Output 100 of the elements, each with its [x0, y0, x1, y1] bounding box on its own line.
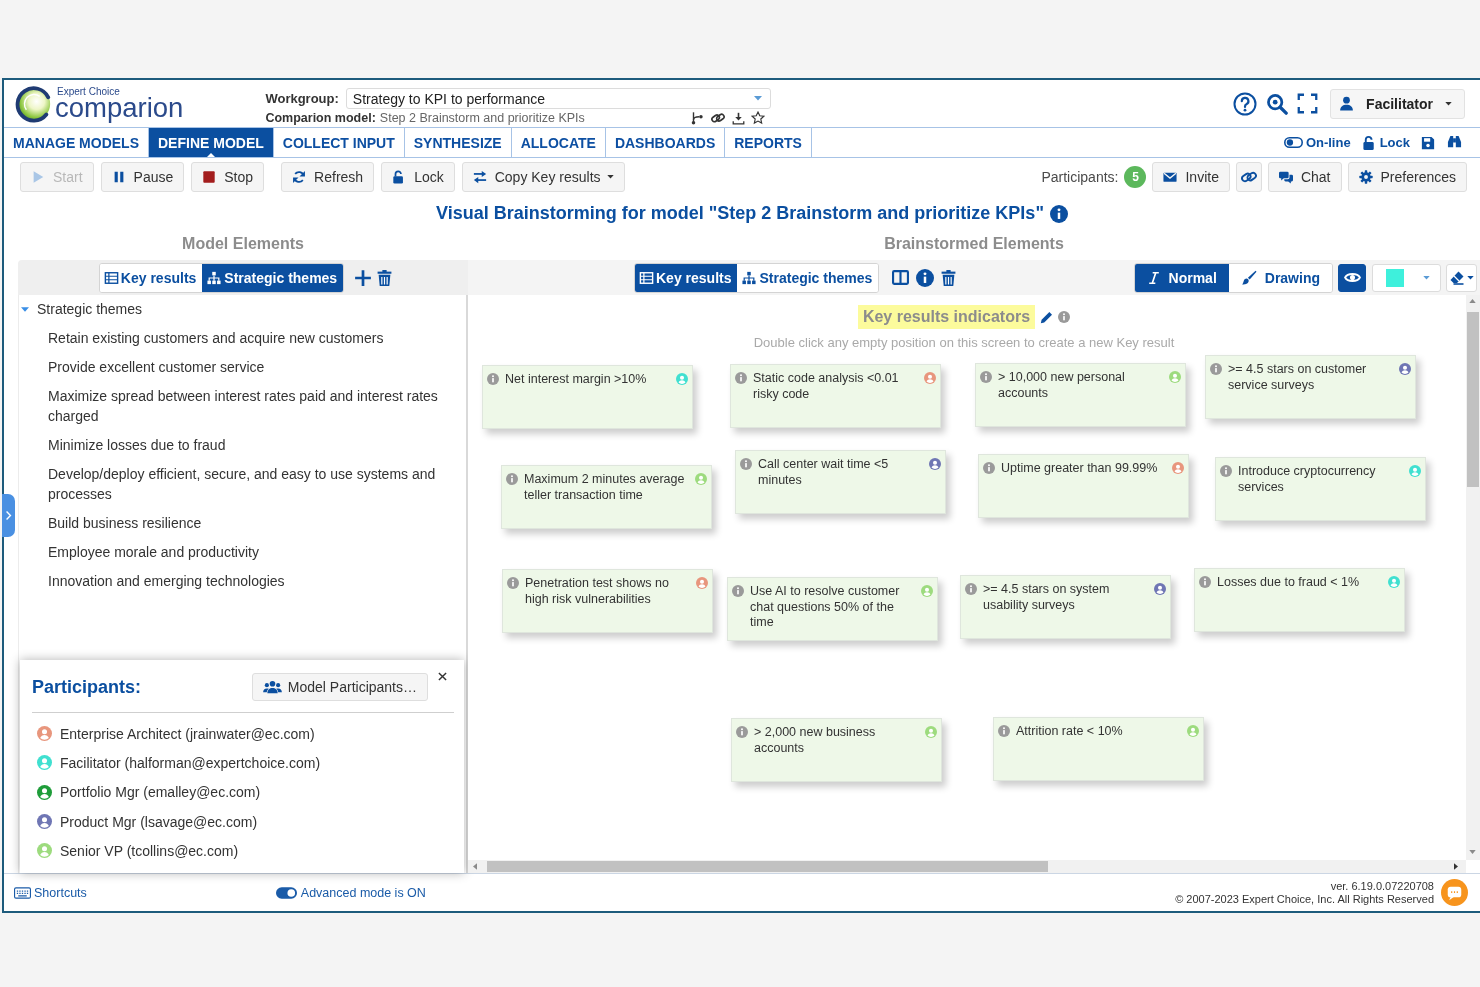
columns-icon[interactable]: [891, 269, 911, 286]
note-card[interactable]: >= 4.5 stars on customer service surveys: [1205, 355, 1416, 419]
caret-down-icon[interactable]: [21, 306, 29, 312]
star-icon[interactable]: [751, 111, 766, 125]
tree-item[interactable]: Employee morale and productivity: [48, 541, 452, 562]
color-picker[interactable]: [1372, 263, 1441, 292]
note-card[interactable]: > 2,000 new business accounts: [731, 718, 942, 782]
logo-icon: [15, 84, 53, 123]
lock-button[interactable]: Lock: [381, 161, 455, 192]
advanced-mode-toggle[interactable]: Advanced mode is ON: [275, 885, 426, 900]
panel-title: Participants:: [32, 676, 142, 698]
download-icon[interactable]: [732, 111, 746, 125]
hierarchy-icon: [206, 270, 223, 285]
participant-name: Senior VP (tcollins@ec.com): [60, 842, 239, 859]
card-text: Net interest margin >10%: [505, 372, 648, 388]
note-card[interactable]: Net interest margin >10%: [482, 365, 693, 429]
info-icon[interactable]: [916, 268, 935, 287]
participant-name: Facilitator (halforman@expertchoice.com): [60, 754, 321, 771]
note-card[interactable]: Call center wait time <5 minutes: [735, 450, 946, 514]
note-card[interactable]: Static code analysis <0.01 risky code: [730, 364, 941, 428]
preferences-button[interactable]: Preferences: [1347, 161, 1467, 192]
search-icon[interactable]: [1266, 92, 1289, 115]
pause-button[interactable]: Pause: [100, 161, 185, 192]
note-card[interactable]: Maximum 2 minutes average teller transaction time: [501, 465, 712, 529]
note-card[interactable]: Penetration test shows no high risk vulnerabilities: [502, 569, 713, 633]
mode-tab[interactable]: Drawing: [1228, 263, 1332, 292]
fullscreen-icon[interactable]: [1297, 93, 1319, 114]
tree-item[interactable]: Maximize spread between interest rates paid and interest rates charged: [48, 385, 452, 426]
page-title: Visual Brainstorming for model "Step 2 Brainstorm and prioritize KPIs": [436, 203, 1044, 224]
card-text: Call center wait time <5 minutes: [758, 457, 890, 488]
pencil-icon[interactable]: [1040, 310, 1054, 324]
hierarchy-icon: [741, 270, 758, 285]
caret-icon: [1423, 275, 1430, 280]
model-participants-button[interactable]: Model Participants…: [251, 673, 428, 701]
canvas-title: Key results indicators: [857, 305, 1036, 329]
card-text: Use AI to resolve customer chat questions 50% of the time: [750, 584, 901, 631]
help-icon[interactable]: [1233, 91, 1258, 116]
chat-icon: [1278, 169, 1293, 184]
card-text: Attrition rate < 10%: [1016, 724, 1124, 740]
chat-bubble-icon[interactable]: [1441, 879, 1468, 906]
settings-icon: [1358, 169, 1373, 184]
note-card[interactable]: Attrition rate < 10%: [993, 717, 1204, 781]
stop-button[interactable]: Stop: [191, 161, 265, 192]
card-text: >= 4.5 stars on system usability surveys: [983, 582, 1111, 613]
card-text: >= 4.5 stars on customer service surveys: [1228, 362, 1368, 393]
version-text: ver. 6.19.0.07220708: [1330, 879, 1434, 893]
arrow-up-icon: [1469, 299, 1476, 303]
lock-button[interactable]: Lock: [1361, 134, 1410, 151]
panel-toggle-button[interactable]: [2, 494, 15, 537]
preview-toggle-button[interactable]: [1338, 263, 1366, 292]
link-icon[interactable]: [710, 111, 727, 125]
copy-button[interactable]: Copy Key results: [461, 161, 625, 192]
view-tab[interactable]: Strategic themes: [202, 263, 344, 292]
plus-icon[interactable]: [354, 268, 373, 287]
workgroup-select[interactable]: Strategy to KPI to performance: [345, 88, 772, 109]
tree-item[interactable]: Innovation and emerging technologies: [48, 570, 452, 591]
note-card[interactable]: >= 4.5 stars on system usability surveys: [960, 575, 1171, 639]
save-icon[interactable]: [1421, 135, 1435, 150]
tree-item[interactable]: Strategic themes: [37, 301, 143, 317]
tree-item[interactable]: Minimize losses due to fraud: [48, 434, 452, 455]
note-card[interactable]: Losses due to fraud < 1%: [1194, 568, 1405, 632]
brush-icon: [1240, 269, 1257, 286]
participant-name: Portfolio Mgr (emalley@ec.com): [60, 784, 261, 801]
binoculars-icon[interactable]: [1446, 135, 1463, 150]
user-menu-button[interactable]: Facilitator: [1330, 88, 1465, 119]
nav-tab[interactable]: DEFINE MODEL: [149, 128, 274, 157]
horizontal-scrollbar[interactable]: [468, 860, 1466, 873]
participants-label: Participants:: [1041, 168, 1119, 185]
caret-icon: [1467, 275, 1474, 280]
tree-item[interactable]: Provide excellent customer service: [48, 356, 452, 377]
tree-item[interactable]: Develop/deploy efficient, secure, and easy to use systems and processes: [48, 463, 452, 504]
view-tab[interactable]: Key results: [635, 263, 738, 292]
refresh-button[interactable]: Refresh: [281, 161, 375, 192]
link-button[interactable]: [1235, 161, 1262, 192]
note-card[interactable]: Uptime greater than 99.99%: [978, 454, 1189, 518]
eraser-button[interactable]: [1446, 263, 1477, 292]
online-button[interactable]: On-line: [1283, 135, 1351, 150]
tree-item[interactable]: Build business resilience: [48, 512, 452, 533]
mode-tab[interactable]: Normal: [1134, 263, 1229, 292]
trash-icon[interactable]: [940, 268, 958, 287]
stop-icon: [202, 169, 217, 184]
note-card[interactable]: Use AI to resolve customer chat questions 50% of the time: [727, 577, 938, 641]
chat-button[interactable]: Chat: [1267, 161, 1342, 192]
card-text: > 2,000 new business accounts: [754, 725, 877, 756]
trash-icon[interactable]: [376, 268, 394, 287]
note-card[interactable]: Introduce cryptocurrency services: [1215, 457, 1426, 521]
invite-button[interactable]: Invite: [1152, 161, 1230, 192]
shortcuts-link[interactable]: Shortcuts: [14, 885, 87, 900]
branch-icon[interactable]: [690, 111, 705, 125]
workgroup-label: Workgroup:: [265, 91, 339, 106]
vertical-scrollbar[interactable]: [1466, 295, 1480, 860]
user-icon: [1339, 96, 1355, 111]
keyboard-icon: [14, 886, 31, 899]
close-button[interactable]: [438, 672, 447, 681]
card-text: Maximum 2 minutes average teller transaction time: [524, 472, 686, 503]
scroll-thumb[interactable]: [487, 861, 1048, 872]
note-card[interactable]: > 10,000 new personal accounts: [975, 363, 1186, 427]
info-icon[interactable]: [1049, 204, 1068, 223]
tree-item[interactable]: Retain existing customers and acquire new customers: [48, 327, 452, 348]
scroll-thumb[interactable]: [1467, 312, 1479, 487]
